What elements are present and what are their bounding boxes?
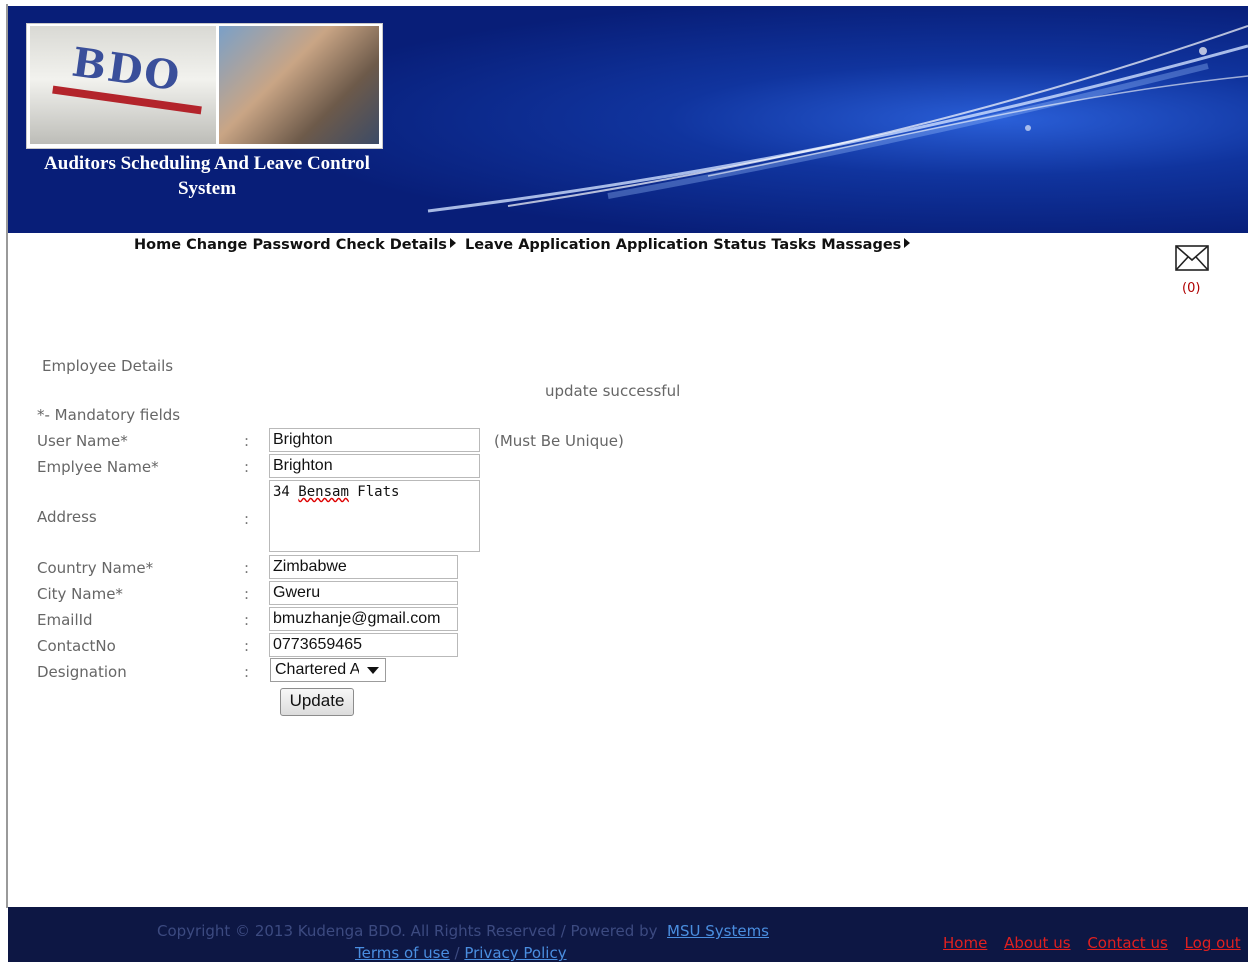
header-banner: BDO Auditors Scheduling And Leave Contro… [8,6,1248,233]
caret-right-icon [904,238,911,248]
colon: : [244,458,250,476]
footer-logout-link[interactable]: Log out [1185,934,1241,952]
designation-select[interactable]: Chartered A [270,658,386,682]
email-label: EmailId [37,611,93,629]
section-title: Employee Details [42,357,174,375]
footer-nav: Home About us Contact us Log out [943,934,1248,952]
footer-contact-link[interactable]: Contact us [1087,934,1167,952]
nav-massages[interactable]: Massages [821,237,901,253]
colon: : [244,559,250,577]
employee-name-input[interactable]: Brighton [269,454,480,478]
caret-right-icon [449,238,456,248]
contact-input[interactable]: 0773659465 [269,633,458,657]
main-nav: Home Change Password Check Details Leave… [134,237,914,253]
user-name-label: User Name* [37,432,128,450]
footer-policy-links: Terms of use / Privacy Policy [355,944,567,962]
nav-change-password[interactable]: Change Password [186,237,331,253]
spellcheck-word: Bensam [298,484,349,500]
user-name-input[interactable]: Brighton [269,428,480,452]
colon: : [244,663,250,681]
msu-systems-link[interactable]: MSU Systems [667,922,769,940]
contact-label: ContactNo [37,637,116,655]
employee-name-label: Emplyee Name* [37,458,159,476]
update-button[interactable]: Update [280,688,354,716]
copyright-text: Copyright © 2013 Kudenga BDO. All Rights… [157,922,769,940]
header-photo: BDO [26,23,383,149]
designation-label: Designation [37,663,127,681]
address-label: Address [37,508,97,526]
dropdown-arrow-icon [367,667,379,674]
address-textarea[interactable]: 34 Bensam Flats [269,480,480,552]
user-name-hint: (Must Be Unique) [494,432,624,450]
footer-home-link[interactable]: Home [943,934,987,952]
message-count[interactable]: (0) [1182,281,1200,296]
bdo-flag-image: BDO [30,26,216,144]
colon: : [244,585,250,603]
city-input[interactable]: Gweru [269,581,458,605]
email-input[interactable]: bmuzhanje@gmail.com [269,607,458,631]
mail-icon[interactable] [1175,245,1209,271]
privacy-link[interactable]: Privacy Policy [464,944,566,962]
nav-tasks[interactable]: Tasks [771,237,816,253]
site-title: Auditors Scheduling And Leave Control Sy… [44,153,370,199]
colon: : [244,510,250,528]
terms-link[interactable]: Terms of use [355,944,450,962]
colon: : [244,637,250,655]
nav-check-details[interactable]: Check Details [336,237,447,253]
nav-application-status[interactable]: Application Status [616,237,767,253]
footer-about-link[interactable]: About us [1004,934,1070,952]
nav-home[interactable]: Home [134,237,181,253]
status-message: update successful [545,382,681,400]
nav-leave-application[interactable]: Leave Application [465,237,611,253]
country-label: Country Name* [37,559,154,577]
city-label: City Name* [37,585,123,603]
mandatory-note: *- Mandatory fields [37,406,181,424]
country-input[interactable]: Zimbabwe [269,555,458,579]
colon: : [244,611,250,629]
colon: : [244,432,250,450]
team-photo [219,26,379,144]
